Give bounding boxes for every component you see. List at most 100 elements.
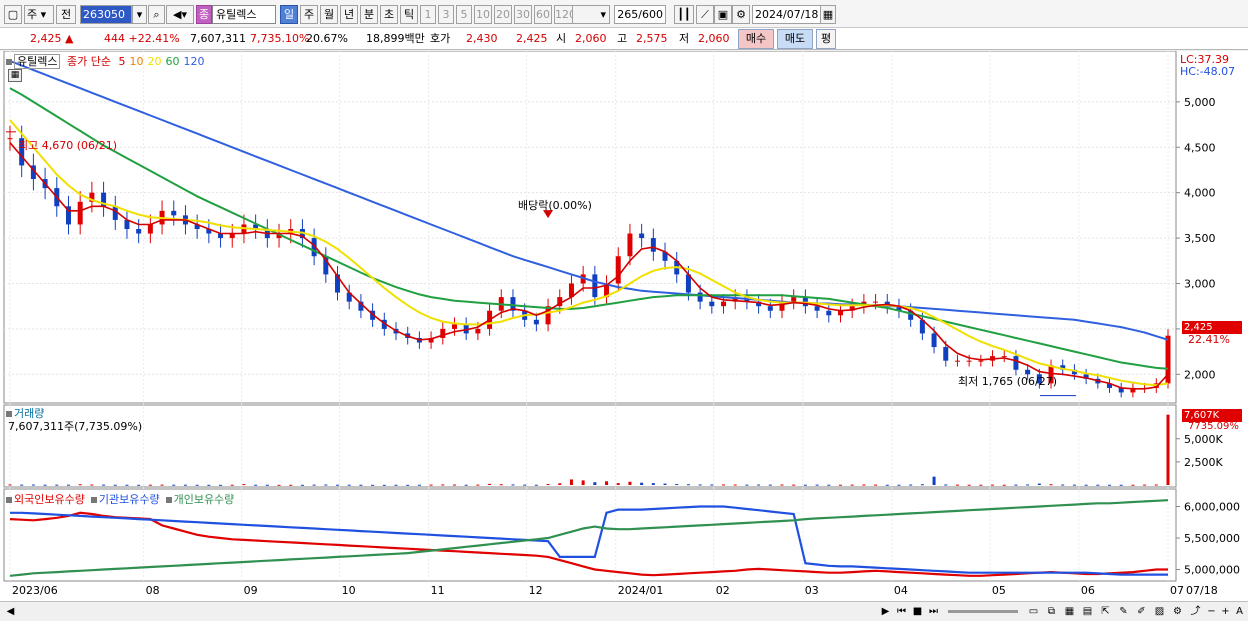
holdings-series-2[interactable]: 개인보유수량 xyxy=(174,493,235,506)
volume-bar xyxy=(955,484,959,486)
interval-dropdown[interactable]: ▾ xyxy=(572,5,610,24)
date-input[interactable]: 2024/07/18 xyxy=(752,5,822,24)
count-input[interactable]: 265/600 xyxy=(614,5,666,24)
volume-bar xyxy=(640,482,644,485)
print-icon[interactable]: ▤ xyxy=(1080,604,1095,619)
line-tool-icon[interactable]: ⟋ xyxy=(696,5,714,24)
layout-icon[interactable]: ▭ xyxy=(1026,604,1041,619)
chart-area[interactable]: 5,0004,5004,0003,5003,0002,5002,0002023/… xyxy=(0,51,1248,601)
volume-bar xyxy=(1096,484,1100,486)
candle-body xyxy=(943,347,949,361)
rewind-icon[interactable]: ⏮ xyxy=(894,604,909,619)
copy-icon[interactable]: ⧉ xyxy=(1044,604,1059,619)
high-annotation: 최고 4,670 (06/21) xyxy=(18,139,118,152)
zoom-out-icon[interactable]: − xyxy=(1204,604,1219,619)
period-tab-0[interactable]: 일 xyxy=(280,5,298,24)
interval-tab-10[interactable]: 10 xyxy=(474,5,492,24)
current-price: 2,425 ▲ xyxy=(30,31,73,47)
candle-icon[interactable]: ┃┃ xyxy=(674,5,694,24)
export-icon[interactable]: ⇱ xyxy=(1098,604,1113,619)
buy-button[interactable]: 매수 xyxy=(738,29,774,49)
volume-bar xyxy=(113,484,117,486)
ma-period-20[interactable]: 20 xyxy=(147,55,161,68)
price-pane-frame xyxy=(3,51,1177,404)
zoom-in-icon[interactable]: + xyxy=(1218,604,1233,619)
candle-body xyxy=(592,274,598,298)
ma-label[interactable]: 종가 단순 xyxy=(67,55,111,68)
zoom-track[interactable] xyxy=(948,610,1018,613)
interval-tab-3[interactable]: 3 xyxy=(438,5,454,24)
calendar-icon[interactable]: ▦ xyxy=(820,5,836,24)
price-change: 444 +22.41% xyxy=(104,31,180,47)
settings-icon[interactable]: ⚙ xyxy=(1170,604,1185,619)
interval-tab-5[interactable]: 5 xyxy=(456,5,472,24)
grid-icon[interactable]: ▦ xyxy=(1062,604,1077,619)
image-icon[interactable]: ▨ xyxy=(1152,604,1167,619)
code-dropdown-button[interactable]: ▾ xyxy=(132,5,147,24)
volume-bar xyxy=(347,484,351,486)
period-tab-6[interactable]: 틱 xyxy=(400,5,418,24)
holdings-series-1[interactable]: 기관보유수량 xyxy=(99,493,160,506)
stock-name-field[interactable]: 유틸렉스 xyxy=(212,5,276,24)
candle-body xyxy=(791,297,797,302)
table-icon[interactable]: ▦ xyxy=(8,69,22,82)
scroll-left-icon[interactable]: ◀ xyxy=(3,604,18,619)
volume-bar xyxy=(125,484,129,486)
stock-chart[interactable]: 5,0004,5004,0003,5003,0002,5002,0002023/… xyxy=(0,51,1248,601)
ma-period-5[interactable]: 5 xyxy=(118,55,125,68)
volume-bar xyxy=(172,484,176,486)
volume-bar xyxy=(429,484,433,486)
holdings-series-0[interactable]: 외국인보유수량 xyxy=(14,493,85,506)
sound-icon[interactable]: ◀▾ xyxy=(166,5,194,24)
volume-bar xyxy=(324,484,328,486)
sell-button[interactable]: 매도 xyxy=(777,29,813,49)
volume-bar xyxy=(686,484,690,486)
change-value: 444 xyxy=(104,32,125,45)
period-tab-1[interactable]: 주 xyxy=(300,5,318,24)
volume-bar xyxy=(499,484,503,486)
toolbar: ▢ 주 ▾ 전 263050 ▾ ⌕ ◀▾ 종 유틸렉스 일주월년분초틱 135… xyxy=(0,0,1248,28)
prev-button[interactable]: 전 xyxy=(56,5,76,24)
interval-tab-60[interactable]: 60 xyxy=(534,5,552,24)
pencil-icon[interactable]: ✐ xyxy=(1134,604,1149,619)
volume-bar xyxy=(944,484,948,486)
scrollbar[interactable]: ◀ ▶ ⏮ ■ ⏭ ▭ ⧉ ▦ ▤ ⇱ ✎ ✐ ▨ ⚙ ⤴ − + A xyxy=(0,601,1248,621)
share-icon[interactable]: ⤴ xyxy=(1188,604,1203,619)
stock-code-input[interactable]: 263050 xyxy=(80,5,132,24)
candle-body xyxy=(954,360,960,362)
volume-bar xyxy=(1131,484,1135,486)
interval-tab-30[interactable]: 30 xyxy=(514,5,532,24)
gear-icon[interactable]: ⚙ xyxy=(732,5,750,24)
volume-bar xyxy=(745,484,749,486)
ma-period-10[interactable]: 10 xyxy=(129,55,143,68)
volume-tick-label: 2,500K xyxy=(1184,456,1223,469)
period-tab-5[interactable]: 초 xyxy=(380,5,398,24)
bid-label: 호가 xyxy=(430,32,451,45)
volume-bar xyxy=(441,484,445,486)
ma5-line xyxy=(9,142,1169,390)
x-axis-label: 08 xyxy=(146,584,160,597)
period-select[interactable]: 주 ▾ xyxy=(24,5,54,24)
interval-tab-1[interactable]: 1 xyxy=(420,5,436,24)
x-axis-label: 12 xyxy=(529,584,543,597)
scroll-right-icon[interactable]: ▶ xyxy=(878,604,893,619)
period-tab-3[interactable]: 년 xyxy=(340,5,358,24)
stock-label[interactable]: 유틸렉스 xyxy=(14,54,61,69)
eval-button[interactable]: 평 xyxy=(816,29,836,49)
period-tab-2[interactable]: 월 xyxy=(320,5,338,24)
period-tab-4[interactable]: 분 xyxy=(360,5,378,24)
font-icon[interactable]: A xyxy=(1232,604,1247,619)
ma-period-60[interactable]: 60 xyxy=(165,55,179,68)
stop-icon[interactable]: ■ xyxy=(910,604,925,619)
x-axis-label: 04 xyxy=(894,584,908,597)
window-icon[interactable]: ▢ xyxy=(4,5,22,24)
draw-icon[interactable]: ✎ xyxy=(1116,604,1131,619)
forward-icon[interactable]: ⏭ xyxy=(926,604,941,619)
save-icon[interactable]: ▣ xyxy=(714,5,732,24)
volume-bar xyxy=(558,483,562,485)
search-icon[interactable]: ⌕ xyxy=(148,5,165,24)
ma-period-120[interactable]: 120 xyxy=(183,55,204,68)
low-price: 2,060 xyxy=(698,32,730,45)
volume-bar xyxy=(862,484,866,486)
interval-tab-20[interactable]: 20 xyxy=(494,5,512,24)
